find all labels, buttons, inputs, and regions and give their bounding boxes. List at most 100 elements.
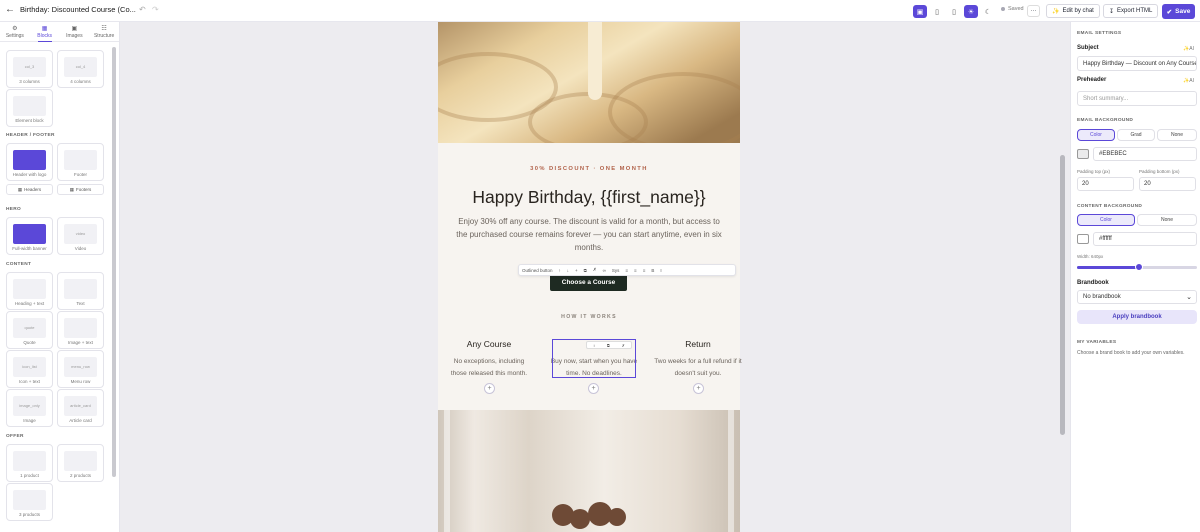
section-offer: OFFER [6, 434, 24, 439]
save-button[interactable]: ✔ Save [1162, 4, 1195, 19]
block-quote[interactable]: quote Quote [6, 311, 53, 349]
block-thumb: col_3 [13, 57, 46, 77]
block-text[interactable]: Text [57, 272, 104, 310]
preheader-ai-button[interactable]: ✨AI [1183, 78, 1194, 84]
mobile-icon[interactable]: ▯ [947, 5, 961, 18]
tab-structure[interactable]: ☷ Structure [89, 22, 119, 41]
block-thumb: article_card [64, 396, 97, 416]
redo-icon[interactable]: ↷ [152, 5, 159, 14]
block-heading-text[interactable]: Heading + text [6, 272, 53, 310]
tablet-icon[interactable]: ▯ [930, 5, 944, 18]
block-4-columns[interactable]: col_4 4 columns [57, 50, 104, 88]
bg-mode-color[interactable]: Color [1077, 129, 1115, 141]
move-icon[interactable]: ↕ [593, 343, 595, 348]
add-block-icon[interactable]: + [484, 383, 495, 394]
arrow-up-icon[interactable]: ↑ [559, 268, 561, 273]
email-settings-title: EMAIL SETTINGS [1077, 31, 1122, 36]
tab-settings[interactable]: ⚙ Settings [0, 22, 30, 41]
bold-icon[interactable]: B [651, 268, 654, 273]
save-icon: ✔ [1166, 8, 1173, 16]
editor-canvas: 30% DISCOUNT · ONE MONTH Happy Birthday,… [120, 22, 1070, 532]
bg-mode-gradient[interactable]: Grad [1117, 129, 1155, 141]
subject-input[interactable]: Happy Birthday — Discount on Any Course [1077, 56, 1197, 71]
align-center-icon[interactable]: ≡ [634, 268, 637, 273]
how-it-works-title[interactable]: HOW IT WORKS [438, 314, 740, 320]
block-full-width-banner[interactable]: Full-width banner [6, 217, 53, 255]
feature-column[interactable]: Return Two weeks for a full refund if it… [654, 339, 742, 380]
tab-structure-label: Structure [93, 33, 115, 39]
block-1-product[interactable]: 1 product [6, 444, 53, 482]
canvas-scrollbar[interactable] [1060, 155, 1065, 435]
content-bg-swatch[interactable] [1077, 234, 1089, 244]
plus-icon[interactable]: + [575, 268, 578, 273]
tab-images[interactable]: ▣ Images [60, 22, 90, 41]
add-block-icon[interactable]: + [588, 383, 599, 394]
padding-top-input[interactable]: 20 [1077, 177, 1134, 191]
content-bg-input[interactable]: #ffffff [1093, 232, 1197, 246]
desktop-icon[interactable]: ▣ [913, 5, 927, 18]
block-3-columns[interactable]: col_3 3 columns [6, 50, 53, 88]
apply-brandbook-button[interactable]: Apply brandbook [1077, 310, 1197, 324]
link-icon[interactable]: ∞ [603, 268, 606, 273]
document-title[interactable]: Birthday: Discounted Course (Co... [20, 5, 136, 14]
font-label[interactable]: Sys [612, 268, 620, 273]
more-menu-button[interactable]: ··· [1027, 5, 1040, 17]
block-video[interactable]: video Video [57, 217, 104, 255]
email-heading[interactable]: Happy Birthday, {{first_name}} [438, 187, 740, 208]
button-style-label[interactable]: Outlined button [522, 268, 553, 273]
panel-scrollbar[interactable] [112, 47, 116, 477]
trash-icon[interactable]: ✗ [622, 343, 625, 348]
arrow-down-icon[interactable]: ↓ [567, 268, 569, 273]
align-right-icon[interactable]: ≡ [643, 268, 646, 273]
padding-bottom-input[interactable]: 20 [1139, 177, 1196, 191]
align-left-icon[interactable]: ≡ [625, 268, 628, 273]
tab-blocks[interactable]: ▦ Blocks [30, 22, 60, 42]
undo-icon[interactable]: ↶ [139, 5, 146, 14]
brandbook-select[interactable]: No brandbook ⌄ [1077, 290, 1197, 304]
width-slider[interactable] [1077, 263, 1197, 271]
hero-image-flowers[interactable] [438, 410, 740, 532]
block-image[interactable]: image_only Image [6, 389, 53, 427]
feature-title: Return [685, 339, 711, 349]
block-footer[interactable]: Footer [57, 143, 104, 181]
block-label: Header with logo [12, 172, 47, 177]
block-label: 1 product [20, 473, 39, 478]
trash-icon[interactable]: ✗ [593, 267, 597, 273]
block-thumb [64, 279, 97, 299]
block-2-products[interactable]: 2 products [57, 444, 104, 482]
block-header-logo[interactable]: Header with logo [6, 143, 53, 181]
bg-color-swatch[interactable] [1077, 149, 1089, 159]
preheader-input[interactable]: Short summary... [1077, 91, 1197, 106]
italic-icon[interactable]: I [660, 268, 661, 273]
duplicate-icon[interactable]: ⧉ [584, 268, 587, 273]
subject-ai-button[interactable]: ✨AI [1183, 46, 1194, 52]
width-slider-knob[interactable] [1135, 263, 1144, 271]
block-thumb [13, 150, 46, 170]
headers-button[interactable]: ▦ Headers [6, 184, 53, 195]
add-block-icon[interactable]: + [693, 383, 704, 394]
hero-image-cake[interactable] [438, 22, 740, 143]
block-3-products[interactable]: 3 products [6, 483, 53, 521]
export-html-button[interactable]: ↧ Export HTML [1103, 4, 1159, 18]
back-arrow-icon[interactable]: ← [5, 4, 15, 15]
block-thumb: menu_row [64, 357, 97, 377]
footers-button[interactable]: ▦ Footers [57, 184, 104, 195]
block-icon-text[interactable]: icon_list Icon + text [6, 350, 53, 388]
cta-button[interactable]: Choose a Course [550, 274, 627, 291]
content-bg-mode-color[interactable]: Color [1077, 214, 1135, 226]
block-element[interactable]: Element block [6, 89, 53, 127]
grid-icon: ▦ [17, 186, 23, 192]
dark-mode-icon[interactable]: ☾ [981, 5, 995, 18]
bg-color-input[interactable]: #EBEBEC [1093, 147, 1197, 161]
bg-mode-none[interactable]: None [1157, 129, 1197, 141]
email-kicker[interactable]: 30% DISCOUNT · ONE MONTH [438, 166, 740, 172]
content-bg-mode-none[interactable]: None [1137, 214, 1197, 226]
block-menu-row[interactable]: menu_row Menu row [57, 350, 104, 388]
light-mode-icon[interactable]: ☀ [964, 5, 978, 18]
duplicate-icon[interactable]: ⧉ [607, 343, 610, 348]
edit-by-chat-button[interactable]: ✨ Edit by chat [1046, 4, 1100, 18]
block-image-text[interactable]: Image + text [57, 311, 104, 349]
feature-column[interactable]: Any Course No exceptions, including thos… [445, 339, 533, 380]
block-article-card[interactable]: article_card Article card [57, 389, 104, 427]
email-description[interactable]: Enjoy 30% off any course. The discount i… [456, 215, 722, 254]
